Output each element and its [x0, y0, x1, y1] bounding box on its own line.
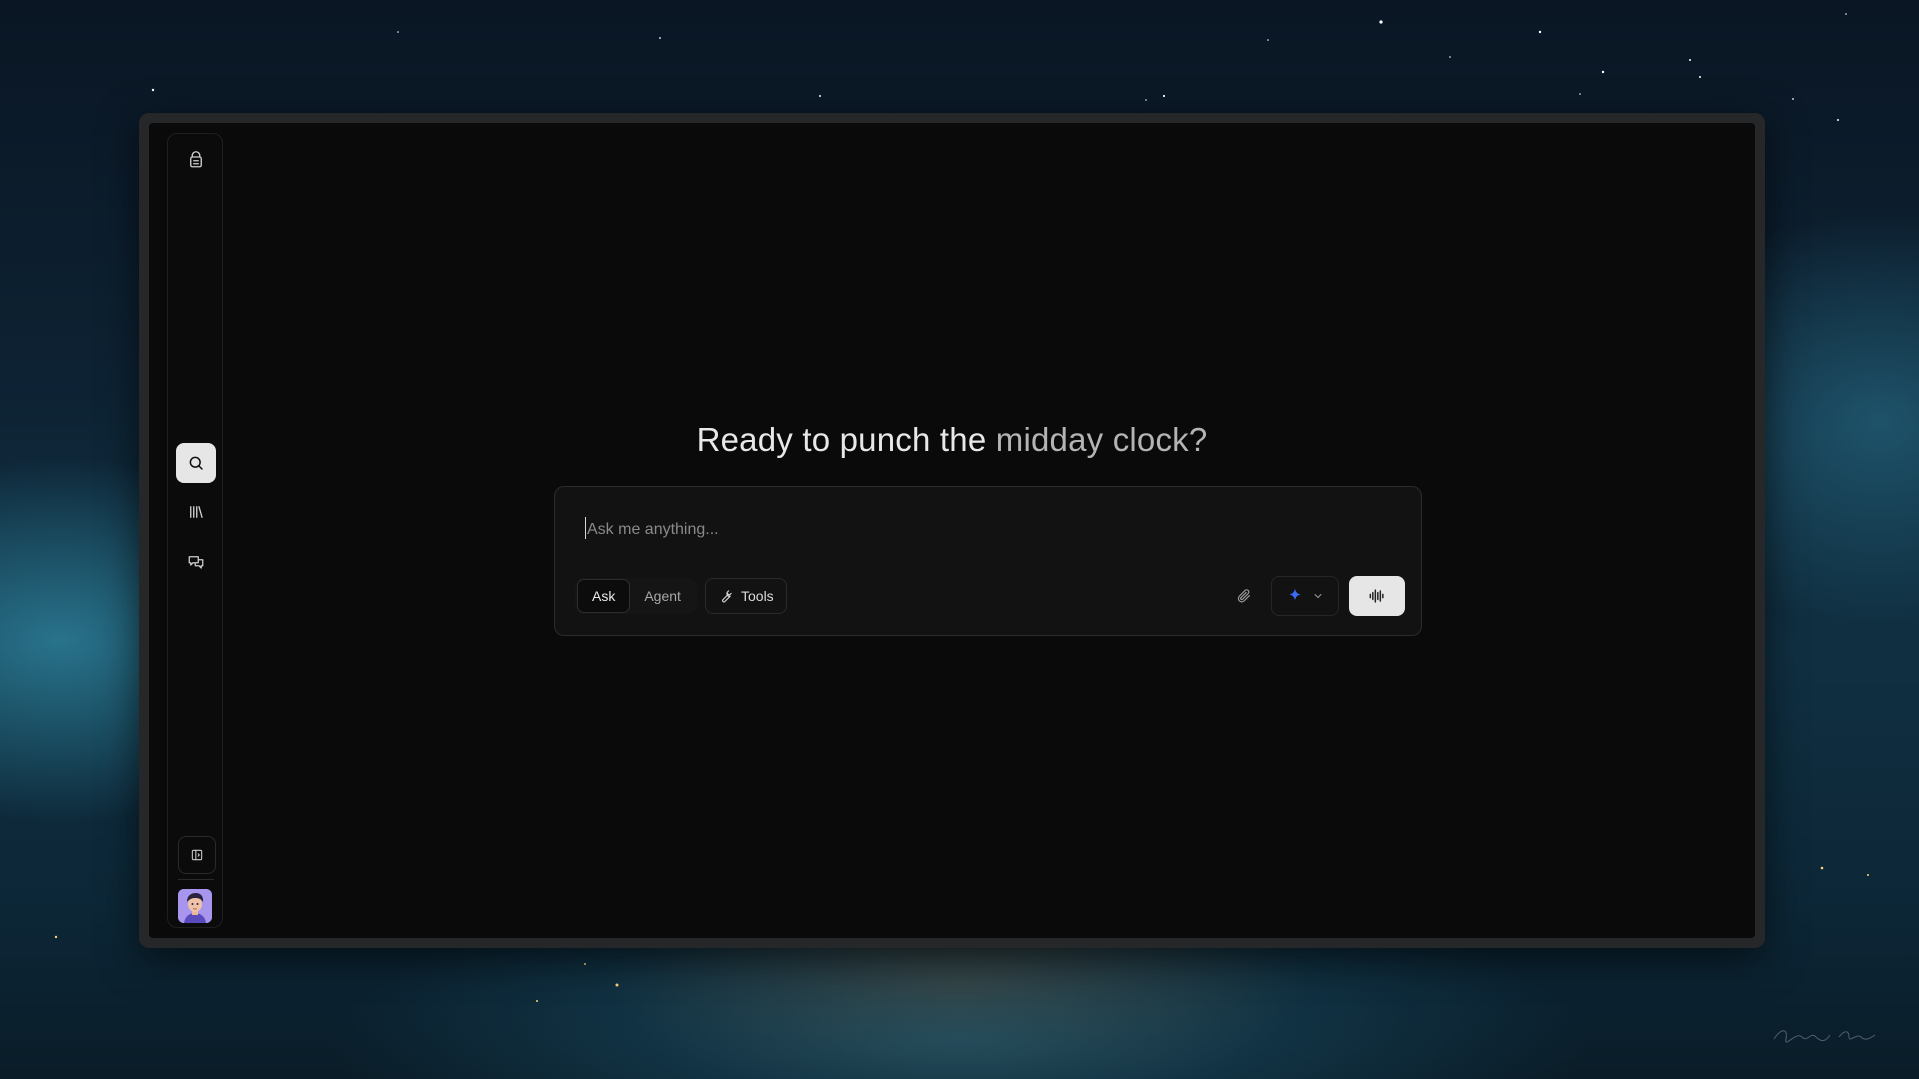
sidebar-item-library[interactable] [176, 492, 216, 532]
sidebar-divider [178, 879, 214, 880]
avatar-image [178, 889, 212, 923]
text-caret [585, 517, 586, 539]
paperclip-icon [1237, 589, 1250, 603]
toggle-sidebar-button[interactable] [178, 836, 216, 874]
page-title: Ready to punch the midday clock? [149, 421, 1755, 459]
model-selector[interactable] [1271, 576, 1339, 616]
logo-icon [190, 151, 202, 168]
chats-icon [188, 556, 204, 569]
library-icon [190, 506, 203, 518]
logo-button[interactable] [176, 140, 216, 180]
audio-waveform-icon [1369, 589, 1384, 603]
chat-composer: Ask Agent Tools [554, 486, 1422, 636]
sidebar [167, 133, 223, 928]
chevron-down-icon [1314, 594, 1322, 599]
tools-button[interactable]: Tools [705, 578, 787, 614]
sidebar-item-chats[interactable] [176, 542, 216, 582]
mode-toggle: Ask Agent [575, 578, 697, 614]
mode-ask-button[interactable]: Ask [577, 579, 631, 613]
headline-accent: midday clock? [995, 421, 1208, 458]
wrench-icon [722, 589, 732, 602]
prompt-input[interactable] [585, 515, 1389, 545]
headline-main: Ready to punch the [696, 421, 987, 458]
toggle-sidebar-icon [191, 849, 203, 861]
attach-button[interactable] [1229, 581, 1259, 611]
app-content: Ready to punch the midday clock? Ask Age… [149, 123, 1755, 938]
sparkle-icon [1289, 588, 1301, 601]
app-window: Ready to punch the midday clock? Ask Age… [139, 113, 1765, 948]
voice-mode-button[interactable] [1349, 576, 1405, 616]
avatar[interactable] [178, 889, 212, 923]
tools-label: Tools [741, 588, 774, 604]
artist-signature [1773, 1030, 1876, 1043]
mode-agent-button[interactable]: Agent [630, 580, 695, 612]
